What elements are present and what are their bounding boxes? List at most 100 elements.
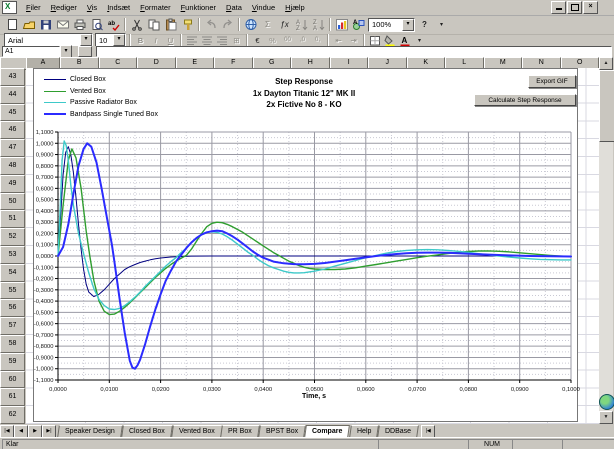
close-button[interactable]: × (583, 1, 598, 14)
menu-hjælp[interactable]: Hjælp (280, 2, 310, 13)
align-center-button[interactable] (199, 35, 214, 46)
scroll-up-icon[interactable]: ▲ (599, 57, 613, 70)
row-header-58[interactable]: 58 (0, 334, 25, 353)
font-size-combo-value: 10 (99, 35, 108, 45)
chevron-down-icon[interactable]: ▾ (402, 18, 414, 31)
row-header-45[interactable]: 45 (0, 103, 25, 122)
open-button[interactable] (20, 17, 37, 32)
menu-rediger[interactable]: Rediger (46, 2, 82, 13)
sort-descending-button[interactable]: ZA (310, 17, 327, 32)
restore-button[interactable] (567, 1, 582, 14)
row-header-53[interactable]: 53 (0, 245, 25, 264)
chart-wizard-icon (335, 19, 348, 31)
row-header-54[interactable]: 54 (0, 263, 25, 282)
zoom-combo[interactable]: 100% ▾ (368, 17, 415, 32)
vertical-scrollbar-thumb[interactable] (599, 70, 614, 142)
print-preview-button[interactable] (88, 17, 105, 32)
row-header-61[interactable]: 61 (0, 388, 25, 407)
percent-button[interactable]: % (265, 35, 280, 46)
cut-button[interactable] (128, 17, 145, 32)
fill-color-button[interactable] (382, 34, 397, 46)
redo-icon (222, 19, 232, 29)
status-bar: Klar NUM (0, 437, 614, 449)
print-preview-icon (92, 19, 103, 31)
font-size-combo[interactable]: 10 ▾ (95, 33, 126, 47)
minimize-button[interactable] (551, 1, 566, 14)
comma-style-button[interactable]: 00 (280, 35, 295, 46)
toolbar-separator (238, 18, 240, 31)
chevron-down-icon[interactable]: ▾ (113, 34, 125, 46)
menu-indsæt[interactable]: Indsæt (102, 2, 135, 13)
row-header-51[interactable]: 51 (0, 210, 25, 229)
scroll-down-icon[interactable]: ▼ (599, 411, 613, 424)
row-header-48[interactable]: 48 (0, 156, 25, 175)
edit-formula-button[interactable] (78, 46, 92, 57)
formula-input[interactable] (96, 46, 612, 57)
row-header-56[interactable]: 56 (0, 299, 25, 318)
row-header-50[interactable]: 50 (0, 192, 25, 211)
mail-icon (56, 20, 69, 29)
menu-formater[interactable]: Formater (135, 2, 175, 13)
row-header-52[interactable]: 52 (0, 228, 25, 246)
underline-button[interactable]: U (163, 35, 178, 46)
help-button[interactable]: ? (416, 17, 433, 32)
drawing-icon: A (352, 20, 364, 30)
autosum-button[interactable]: Σ (259, 17, 276, 32)
undo-button[interactable] (202, 17, 219, 32)
row-header-59[interactable]: 59 (0, 352, 25, 371)
chart-object[interactable]: Closed Box Vented Box Passive Radiator Box… (33, 68, 580, 422)
menu-data[interactable]: Data (221, 2, 247, 13)
font-color-button[interactable]: A (397, 35, 412, 46)
save-button[interactable] (37, 17, 54, 32)
row-header-57[interactable]: 57 (0, 317, 25, 335)
format-painter-button[interactable] (179, 17, 196, 32)
chart-wizard-button[interactable] (333, 17, 350, 32)
decrease-decimal-button[interactable]: 0, (310, 35, 325, 46)
borders-button[interactable] (367, 35, 382, 46)
format-painter-icon (183, 19, 192, 30)
align-right-button[interactable] (214, 35, 229, 46)
row-header-43[interactable]: 43 (0, 68, 25, 86)
increase-decimal-button[interactable]: ,0 (295, 35, 310, 46)
zoom-combo-value: 100% (372, 20, 392, 29)
sort-ascending-button[interactable]: AZ (293, 17, 310, 32)
bold-button[interactable]: B (133, 35, 148, 46)
chevron-down-icon[interactable]: ▾ (80, 34, 92, 46)
drawing-button[interactable]: A (350, 17, 367, 32)
menu-vis[interactable]: Vis (82, 2, 102, 13)
copy-button[interactable] (145, 17, 162, 32)
insert-function-button[interactable]: ƒx (276, 17, 293, 32)
menu-vindue[interactable]: Vindue (247, 2, 280, 13)
mail-button[interactable] (54, 17, 71, 32)
menu-funktioner[interactable]: Funktioner (176, 2, 221, 13)
menu-filer[interactable]: Filer (21, 2, 46, 13)
paste-button[interactable] (162, 17, 179, 32)
print-button[interactable] (71, 17, 88, 32)
align-left-button[interactable] (184, 35, 199, 46)
excel-window: X Filer Rediger Vis Indsæt Formater Funktione… (0, 0, 614, 449)
decrease-indent-button[interactable]: ⇤ (331, 35, 346, 46)
merge-and-center-button[interactable]: ⊞ (229, 35, 244, 46)
row-header-47[interactable]: 47 (0, 139, 25, 157)
italic-button[interactable]: I (148, 35, 163, 46)
row-header-62[interactable]: 62 (0, 406, 25, 424)
formatting-toolbar: Arial ▾ 10 ▾ B I U ⊞ €% 00,0 0, ⇤ ⇥ A ▾ (0, 33, 614, 47)
vertical-scrollbar[interactable]: ▲ ▼ (599, 57, 614, 424)
toolbar-options-button[interactable]: ▾ (433, 17, 450, 32)
row-header-49[interactable]: 49 (0, 174, 25, 193)
font-name-combo[interactable]: Arial ▾ (4, 33, 93, 47)
redo-button[interactable] (219, 17, 236, 32)
row-header-44[interactable]: 44 (0, 85, 25, 104)
spelling-button[interactable]: ab (105, 17, 122, 32)
currency-button[interactable]: € (250, 35, 265, 46)
status-panel (378, 439, 469, 449)
toolbar-options-button[interactable]: ▾ (412, 35, 427, 46)
name-box[interactable]: A1 (2, 46, 60, 57)
increase-indent-button[interactable]: ⇥ (346, 35, 361, 46)
row-header-55[interactable]: 55 (0, 281, 25, 300)
row-header-60[interactable]: 60 (0, 370, 25, 389)
hyperlink-button[interactable] (242, 17, 259, 32)
new-button[interactable] (3, 17, 20, 32)
row-header-46[interactable]: 46 (0, 121, 25, 140)
svg-text:-0,3000: -0,3000 (34, 288, 54, 294)
